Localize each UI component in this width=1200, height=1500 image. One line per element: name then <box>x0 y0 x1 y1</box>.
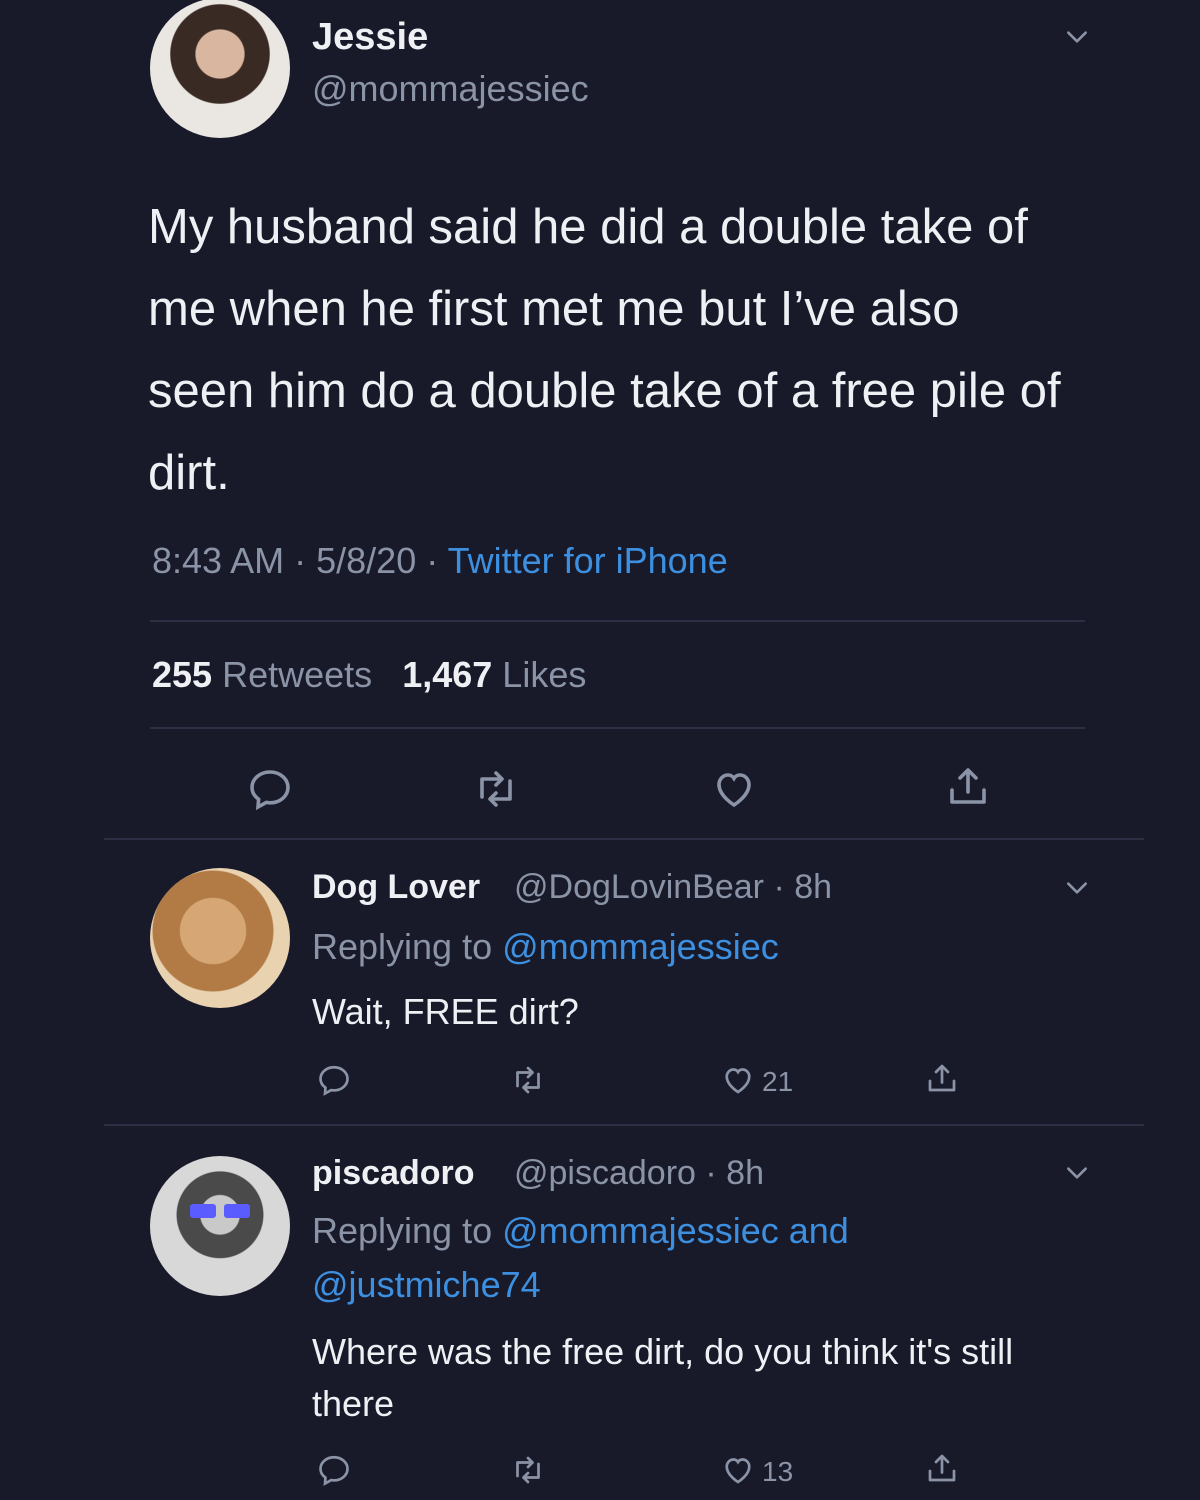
separator: · <box>705 1154 717 1192</box>
retweets-label: Retweets <box>222 654 373 695</box>
share-button[interactable] <box>924 1060 960 1096</box>
handle[interactable]: @mommajessiec <box>312 68 589 110</box>
tweet-stats: 255 Retweets 1,467 Likes <box>152 654 586 696</box>
handle-and-time: @DogLovinBear · 8h <box>514 868 832 907</box>
mention-link[interactable]: @mommajessiec and <box>502 1210 849 1251</box>
tweet-text: My husband said he did a double take of … <box>148 200 1061 500</box>
handle-and-time: @piscadoro · 8h <box>514 1154 764 1193</box>
divider <box>104 1124 1144 1126</box>
timestamp: 8h <box>726 1154 764 1192</box>
timestamp: 8:43 AM <box>152 540 285 581</box>
handle[interactable]: @piscadoro <box>514 1154 696 1192</box>
like-count: 13 <box>762 1456 794 1487</box>
share-icon <box>928 1064 956 1092</box>
divider <box>104 838 1144 840</box>
share-icon <box>928 1454 956 1482</box>
reply-button[interactable] <box>246 765 294 813</box>
handle[interactable]: @DogLovinBear <box>514 868 764 906</box>
avatar[interactable] <box>150 1156 290 1296</box>
share-icon <box>950 768 986 804</box>
replying-prefix: Replying to <box>312 926 493 967</box>
separator: · <box>294 540 307 581</box>
divider <box>150 620 1085 622</box>
tweet-meta: 8:43 AM · 5/8/20 · Twitter for iPhone <box>152 540 728 582</box>
heart-icon <box>717 773 751 808</box>
reply-text: Where was the free dirt, do you think it… <box>312 1331 1014 1424</box>
tweet-thread: Jessie @mommajessiec My husband said he … <box>0 0 1200 1500</box>
display-name[interactable]: Jessie <box>312 16 428 59</box>
retweets-stat[interactable]: 255 Retweets <box>152 654 372 695</box>
like-button[interactable] <box>710 765 758 813</box>
share-button[interactable] <box>944 762 992 810</box>
like-count: 21 <box>762 1066 794 1097</box>
like-button[interactable] <box>720 1452 756 1488</box>
date: 5/8/20 <box>316 540 417 581</box>
main-tweet[interactable]: Jessie @mommajessiec My husband said he … <box>0 0 1200 840</box>
separator: · <box>426 540 439 581</box>
reply-icon <box>319 1455 349 1486</box>
source-link[interactable]: Twitter for iPhone <box>448 540 728 581</box>
reply-icon <box>319 1065 349 1096</box>
chevron-down-icon[interactable] <box>1064 1160 1090 1186</box>
retweet-icon <box>516 1066 540 1094</box>
mention-link[interactable]: @mommajessiec <box>502 926 779 967</box>
replying-prefix: Replying to <box>312 1210 493 1251</box>
like-button[interactable] <box>720 1062 756 1098</box>
reply-icon <box>250 770 290 811</box>
chevron-down-icon[interactable] <box>1064 875 1090 901</box>
likes-count: 1,467 <box>402 654 493 695</box>
replying-to-cont: @justmiche74 <box>312 1264 541 1306</box>
timestamp: 8h <box>794 868 833 906</box>
replying-to: Replying to @mommajessiec and <box>312 1210 849 1252</box>
replying-to: Replying to @mommajessiec <box>312 926 779 968</box>
mention-link[interactable]: @justmiche74 <box>312 1264 541 1305</box>
retweets-count: 255 <box>152 654 213 695</box>
retweet-button[interactable] <box>472 765 520 813</box>
heart-icon <box>725 1068 751 1094</box>
retweet-icon <box>516 1456 540 1484</box>
display-name[interactable]: piscadoro <box>312 1154 474 1193</box>
avatar[interactable] <box>150 868 290 1008</box>
likes-label: Likes <box>502 654 587 695</box>
heart-icon <box>725 1458 751 1484</box>
separator: · <box>773 868 785 906</box>
share-button[interactable] <box>924 1450 960 1486</box>
reply-button[interactable] <box>316 1452 352 1488</box>
chevron-down-icon[interactable] <box>1064 24 1090 50</box>
likes-stat[interactable]: 1,467 Likes <box>402 654 586 695</box>
retweet-button[interactable] <box>510 1062 546 1098</box>
reply-button[interactable] <box>316 1062 352 1098</box>
sunglasses-graphic <box>190 1204 250 1220</box>
reply-text: Wait, FREE dirt? <box>312 991 579 1032</box>
retweet-icon <box>480 771 512 807</box>
retweet-button[interactable] <box>510 1452 546 1488</box>
divider <box>150 727 1085 729</box>
display-name[interactable]: Dog Lover <box>312 868 480 907</box>
avatar[interactable] <box>150 0 290 138</box>
